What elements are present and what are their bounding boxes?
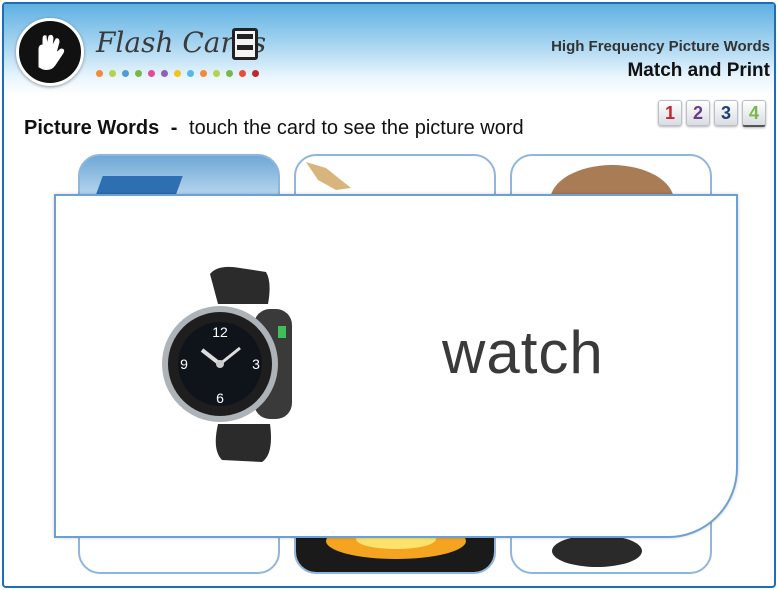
section-label: Picture Words (24, 117, 160, 139)
separator: - (170, 117, 178, 139)
flash-card-icon (232, 28, 258, 60)
decorative-dot (96, 70, 103, 77)
page-2-button[interactable]: 2 (686, 100, 710, 126)
flash-card-expanded[interactable]: 12 6 9 3 watch (54, 194, 738, 538)
page-selector: 1 2 3 4 (658, 100, 766, 127)
hand-logo-icon (16, 18, 84, 86)
decorative-dot (135, 70, 142, 77)
instructions-heading: Picture Words - touch the card to see th… (24, 117, 524, 140)
decorative-dot (148, 70, 155, 77)
decorative-dot (252, 70, 259, 77)
page-4-button[interactable]: 4 (742, 100, 766, 127)
svg-text:12: 12 (212, 324, 228, 340)
decorative-dot (226, 70, 233, 77)
series-subtitle: High Frequency Picture Words (551, 38, 770, 55)
instruction-text: touch the card to see the picture word (189, 117, 524, 139)
decorative-dot (122, 70, 129, 77)
picture-word: watch (442, 319, 604, 386)
app-frame: Flash Cards High Frequency Picture Words… (2, 2, 776, 588)
svg-text:9: 9 (180, 356, 188, 372)
watch-picture: 12 6 9 3 (162, 266, 292, 462)
hand-icon (38, 34, 65, 70)
svg-text:3: 3 (252, 356, 260, 372)
decorative-dot (187, 70, 194, 77)
decorative-dots (96, 70, 259, 77)
page-1-button[interactable]: 1 (658, 100, 682, 126)
program-title: Match and Print (627, 60, 770, 81)
decorative-dot (109, 70, 116, 77)
decorative-dot (174, 70, 181, 77)
page-3-button[interactable]: 3 (714, 100, 738, 126)
decorative-dot (213, 70, 220, 77)
header: Flash Cards High Frequency Picture Words… (4, 4, 774, 96)
decorative-dot (161, 70, 168, 77)
decorative-dot (200, 70, 207, 77)
svg-text:6: 6 (216, 390, 224, 406)
decorative-dot (239, 70, 246, 77)
